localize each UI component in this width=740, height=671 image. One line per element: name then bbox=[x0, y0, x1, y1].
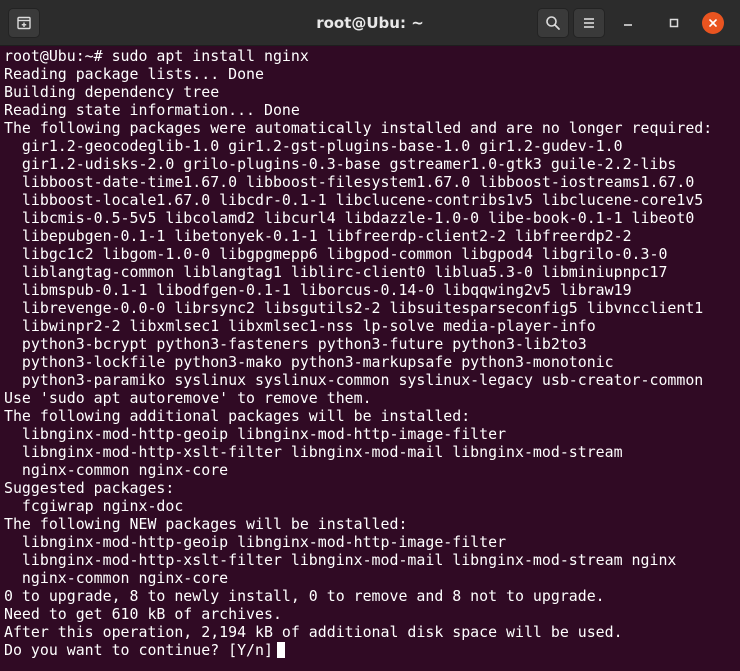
terminal-line: libboost-locale1.67.0 libcdr-0.1-1 libcl… bbox=[4, 191, 704, 209]
terminal-line: 0 to upgrade, 8 to newly install, 0 to r… bbox=[4, 587, 605, 605]
terminal-line: gir1.2-geocodeglib-1.0 gir1.2-gst-plugin… bbox=[4, 137, 623, 155]
terminal-line: Building dependency tree bbox=[4, 83, 220, 101]
terminal-line: The following NEW packages will be insta… bbox=[4, 515, 408, 533]
terminal-line: libcmis-0.5-5v5 libcolamd2 libcurl4 libd… bbox=[4, 209, 695, 227]
new-tab-icon bbox=[16, 15, 32, 31]
terminal-line: Need to get 610 kB of archives. bbox=[4, 605, 282, 623]
terminal-line: libnginx-mod-http-geoip libnginx-mod-htt… bbox=[4, 533, 507, 551]
terminal-line: libepubgen-0.1-1 libetonyek-0.1-1 libfre… bbox=[4, 227, 632, 245]
minimize-button[interactable] bbox=[617, 12, 639, 34]
terminal-line: Suggested packages: bbox=[4, 479, 175, 497]
text-cursor bbox=[276, 642, 285, 658]
terminal-line: The following additional packages will b… bbox=[4, 407, 471, 425]
terminal-line: python3-paramiko syslinux syslinux-commo… bbox=[4, 371, 704, 389]
menu-button[interactable] bbox=[573, 8, 605, 38]
terminal-line: liblangtag-common liblangtag1 liblirc-cl… bbox=[4, 263, 668, 281]
search-icon bbox=[545, 15, 561, 31]
maximize-button[interactable] bbox=[663, 12, 685, 34]
terminal-line: The following packages were automaticall… bbox=[4, 119, 713, 137]
terminal-line: After this operation, 2,194 kB of additi… bbox=[4, 623, 623, 641]
terminal-line: python3-bcrypt python3-fasteners python3… bbox=[4, 335, 587, 353]
terminal-line: Reading state information... Done bbox=[4, 101, 300, 119]
terminal-line: fcgiwrap nginx-doc bbox=[4, 497, 184, 515]
terminal-output[interactable]: root@Ubu:~# sudo apt install nginx Readi… bbox=[0, 47, 740, 671]
title-bar[interactable]: root@Ubu: ~ bbox=[0, 0, 740, 46]
close-icon bbox=[707, 14, 719, 33]
new-tab-button[interactable] bbox=[8, 8, 40, 38]
continue-prompt: Do you want to continue? [Y/n] bbox=[4, 641, 273, 659]
terminal-line: Reading package lists... Done bbox=[4, 65, 264, 83]
terminal-line: libgc1c2 libgom-1.0-0 libgpgmepp6 libgpo… bbox=[4, 245, 668, 263]
terminal-window: root@Ubu: ~ root@Ubu:~# sudo apt install… bbox=[0, 0, 740, 671]
terminal-line: gir1.2-udisks-2.0 grilo-plugins-0.3-base… bbox=[4, 155, 677, 173]
terminal-line: Use 'sudo apt autoremove' to remove them… bbox=[4, 389, 372, 407]
hamburger-menu-icon bbox=[582, 16, 596, 30]
close-button[interactable] bbox=[702, 12, 724, 34]
terminal-line: libnginx-mod-http-xslt-filter libnginx-m… bbox=[4, 443, 623, 461]
terminal-line: libnginx-mod-http-xslt-filter libnginx-m… bbox=[4, 551, 677, 569]
maximize-icon bbox=[668, 14, 680, 33]
search-button[interactable] bbox=[537, 8, 569, 38]
terminal-line: python3-lockfile python3-mako python3-ma… bbox=[4, 353, 614, 371]
terminal-line: libmspub-0.1-1 libodfgen-0.1-1 liborcus-… bbox=[4, 281, 632, 299]
terminal-line: librevenge-0.0-0 librsync2 libsgutils2-2… bbox=[4, 299, 704, 317]
terminal-line: nginx-common nginx-core bbox=[4, 569, 229, 587]
terminal-line: libnginx-mod-http-geoip libnginx-mod-htt… bbox=[4, 425, 507, 443]
terminal-line: libwinpr2-2 libxmlsec1 libxmlsec1-nss lp… bbox=[4, 317, 596, 335]
terminal-line: nginx-common nginx-core bbox=[4, 461, 229, 479]
terminal-prompt-line[interactable]: Do you want to continue? [Y/n] bbox=[4, 641, 736, 659]
terminal-line: libboost-date-time1.67.0 libboost-filesy… bbox=[4, 173, 695, 191]
minimize-icon bbox=[622, 14, 634, 33]
terminal-line: root@Ubu:~# sudo apt install nginx bbox=[4, 47, 309, 65]
